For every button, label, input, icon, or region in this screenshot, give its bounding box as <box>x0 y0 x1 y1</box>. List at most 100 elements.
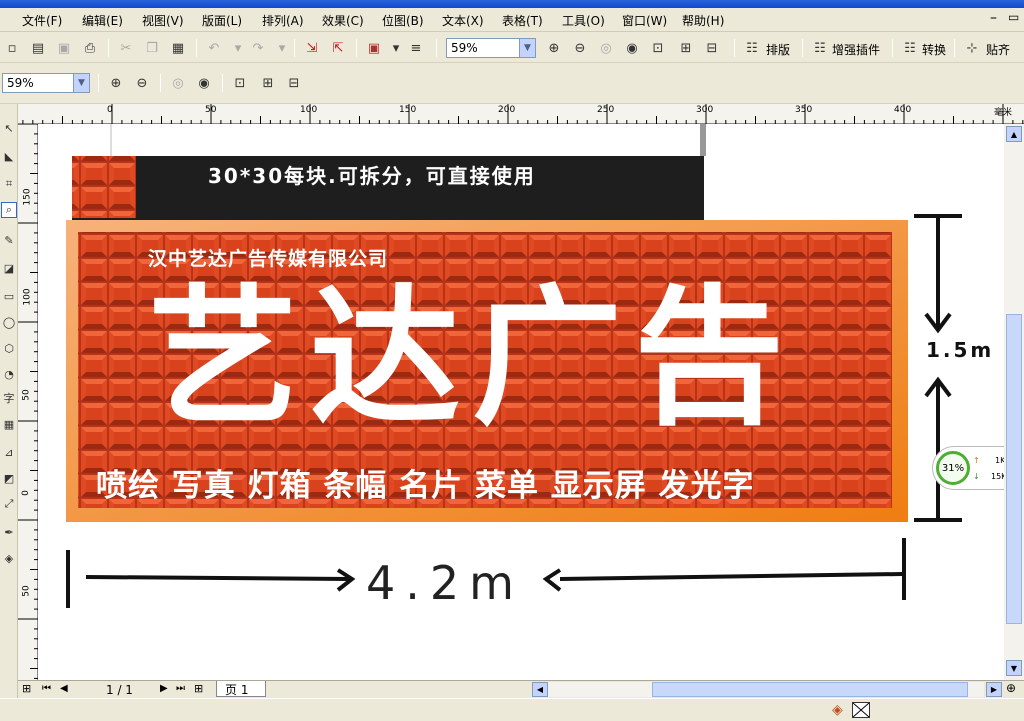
next-page-icon[interactable]: ▶ <box>160 683 168 694</box>
plugin-icon[interactable]: ☷ <box>810 38 830 58</box>
print-icon[interactable]: ⎙ <box>80 38 100 58</box>
ruler-label: 50 <box>21 389 32 401</box>
no-fill-swatch-icon[interactable] <box>852 702 870 718</box>
menu-layout[interactable]: 版面(L) <box>202 12 242 29</box>
convert-icon[interactable]: ☷ <box>900 38 920 58</box>
fill-bucket-icon[interactable]: ◈ <box>832 702 843 718</box>
shape-tool-icon[interactable]: ◣ <box>1 148 17 164</box>
restore-icon[interactable]: ▭ <box>1008 10 1019 24</box>
polygon-tool-icon[interactable]: ⬡ <box>1 340 17 356</box>
zoom-width-icon[interactable]: ⊞ <box>258 73 278 93</box>
zoom-page-icon[interactable]: ⊡ <box>230 73 250 93</box>
ruler-label: 100 <box>22 288 33 306</box>
redo-dropdown-icon[interactable]: ▾ <box>272 38 292 58</box>
ellipse-tool-icon[interactable]: ◯ <box>1 314 17 330</box>
ruler-label: 50 <box>205 105 217 115</box>
convert-button-label[interactable]: 转换 <box>922 41 946 58</box>
eyedropper-tool-icon[interactable]: ⤢ <box>1 496 17 512</box>
zoom-level-combo[interactable]: 59% ▼ <box>446 38 536 58</box>
zoom-width-icon[interactable]: ⊞ <box>676 38 696 58</box>
menu-tools[interactable]: 工具(O) <box>562 12 605 29</box>
menu-help[interactable]: 帮助(H) <box>682 12 724 29</box>
navigator-icon[interactable]: ⊕ <box>1006 681 1016 695</box>
interactive-blend-tool-icon[interactable]: ◩ <box>1 470 17 486</box>
copy-icon[interactable]: ❐ <box>142 38 162 58</box>
export-icon[interactable]: ⇱ <box>328 38 348 58</box>
pick-tool-icon[interactable]: ↖ <box>1 120 17 136</box>
zoom-in-icon[interactable]: ⊕ <box>544 38 564 58</box>
undo-icon[interactable]: ↶ <box>204 38 224 58</box>
menu-text[interactable]: 文本(X) <box>442 12 484 29</box>
layout-button-label[interactable]: 排版 <box>766 41 790 58</box>
undo-dropdown-icon[interactable]: ▾ <box>228 38 248 58</box>
vertical-scroll-thumb[interactable] <box>1006 314 1022 624</box>
horizontal-scroll-thumb[interactable] <box>652 682 968 697</box>
rectangle-tool-icon[interactable]: ▭ <box>1 288 17 304</box>
chevron-down-icon[interactable]: ▼ <box>519 39 535 57</box>
text-tool-icon[interactable]: 字 <box>1 390 17 406</box>
zoom-selected-icon[interactable]: ◎ <box>168 73 188 93</box>
add-page-before-icon[interactable]: ⊞ <box>22 682 31 695</box>
zoom-out-icon[interactable]: ⊖ <box>132 73 152 93</box>
menu-window[interactable]: 窗口(W) <box>622 12 667 29</box>
scroll-down-icon[interactable]: ▼ <box>1006 660 1022 676</box>
zoom-all-objects-icon[interactable]: ◉ <box>194 73 214 93</box>
vertical-scrollbar[interactable]: ▲ ▼ <box>1004 124 1024 680</box>
zoom-height-icon[interactable]: ⊟ <box>702 38 722 58</box>
zoom-in-icon[interactable]: ⊕ <box>106 73 126 93</box>
zoom-out-icon[interactable]: ⊖ <box>570 38 590 58</box>
crop-tool-icon[interactable]: ⌗ <box>1 176 17 192</box>
new-icon[interactable]: ▫ <box>2 38 22 58</box>
fill-tool-icon[interactable]: ◈ <box>1 550 17 566</box>
save-icon[interactable]: ▣ <box>54 38 74 58</box>
layout-icon[interactable]: ☷ <box>742 38 762 58</box>
main-title: 艺达广告 <box>148 272 797 446</box>
tab-page-1[interactable]: 页 1 <box>216 681 266 697</box>
basic-shapes-tool-icon[interactable]: ◔ <box>1 366 17 382</box>
import-icon[interactable]: ⇲ <box>302 38 322 58</box>
snap-button-label[interactable]: 贴齐 <box>986 41 1010 58</box>
menu-table[interactable]: 表格(T) <box>502 12 543 29</box>
launcher-dropdown-icon[interactable]: ▾ <box>386 38 406 58</box>
menu-arrange[interactable]: 排列(A) <box>262 12 304 29</box>
zoom-page-icon[interactable]: ⊡ <box>648 38 668 58</box>
scroll-left-icon[interactable]: ◀ <box>532 682 548 697</box>
zoom-tool-icon[interactable]: ⌕ <box>1 202 17 218</box>
zoom-all-objects-icon[interactable]: ◉ <box>622 38 642 58</box>
cut-icon[interactable]: ✂ <box>116 38 136 58</box>
zoom-level-combo-secondary[interactable]: 59% ▼ <box>2 73 90 93</box>
previous-page-icon[interactable]: ◀ <box>60 683 68 694</box>
plugin-button-label[interactable]: 增强插件 <box>832 41 880 58</box>
vertical-ruler[interactable]: 150 100 50 0 50 <box>18 124 38 680</box>
application-launcher-icon[interactable]: ▣ <box>364 38 384 58</box>
toolbox: ↖ ◣ ⌗ ⌕ ✎ ◪ ▭ ◯ ⬡ ◔ 字 ▦ ⊿ ◩ ⤢ ✒ ◈ <box>0 104 18 700</box>
scroll-right-icon[interactable]: ▶ <box>986 682 1002 697</box>
parallel-dimension-tool-icon[interactable]: ⊿ <box>1 444 17 460</box>
freehand-tool-icon[interactable]: ✎ <box>1 232 17 248</box>
zoom-height-icon[interactable]: ⊟ <box>284 73 304 93</box>
menu-edit[interactable]: 编辑(E) <box>82 12 123 29</box>
smart-fill-tool-icon[interactable]: ◪ <box>1 260 17 276</box>
minimize-icon[interactable]: – <box>990 10 997 26</box>
first-page-icon[interactable]: ⏮ <box>42 683 51 694</box>
drawing-canvas[interactable]: 30*30每块.可拆分，可直接使用 汉中艺达广告传媒有限公司 艺达广告 喷绘 写… <box>38 124 1004 680</box>
corel-online-icon[interactable]: ≡ <box>406 38 426 58</box>
scroll-up-icon[interactable]: ▲ <box>1006 126 1022 142</box>
add-page-after-icon[interactable]: ⊞ <box>194 682 203 695</box>
horizontal-ruler[interactable]: 0 50 100 150 200 250 300 350 400 毫米 <box>18 104 1024 124</box>
status-bar: ◈ <box>0 698 1024 721</box>
outline-pen-tool-icon[interactable]: ✒ <box>1 524 17 540</box>
open-icon[interactable]: ▤ <box>28 38 48 58</box>
menu-view[interactable]: 视图(V) <box>142 12 184 29</box>
snap-icon[interactable]: ⊹ <box>962 38 982 58</box>
chevron-down-icon[interactable]: ▼ <box>73 74 89 92</box>
zoom-selected-icon[interactable]: ◎ <box>596 38 616 58</box>
menu-bitmaps[interactable]: 位图(B) <box>382 12 424 29</box>
menu-effects[interactable]: 效果(C) <box>322 12 364 29</box>
last-page-icon[interactable]: ⏭ <box>176 683 185 694</box>
paste-icon[interactable]: ▦ <box>168 38 188 58</box>
menu-file[interactable]: 文件(F) <box>22 12 62 29</box>
redo-icon[interactable]: ↷ <box>248 38 268 58</box>
upload-arrow-icon: ↑ <box>973 456 980 465</box>
table-tool-icon[interactable]: ▦ <box>1 416 17 432</box>
